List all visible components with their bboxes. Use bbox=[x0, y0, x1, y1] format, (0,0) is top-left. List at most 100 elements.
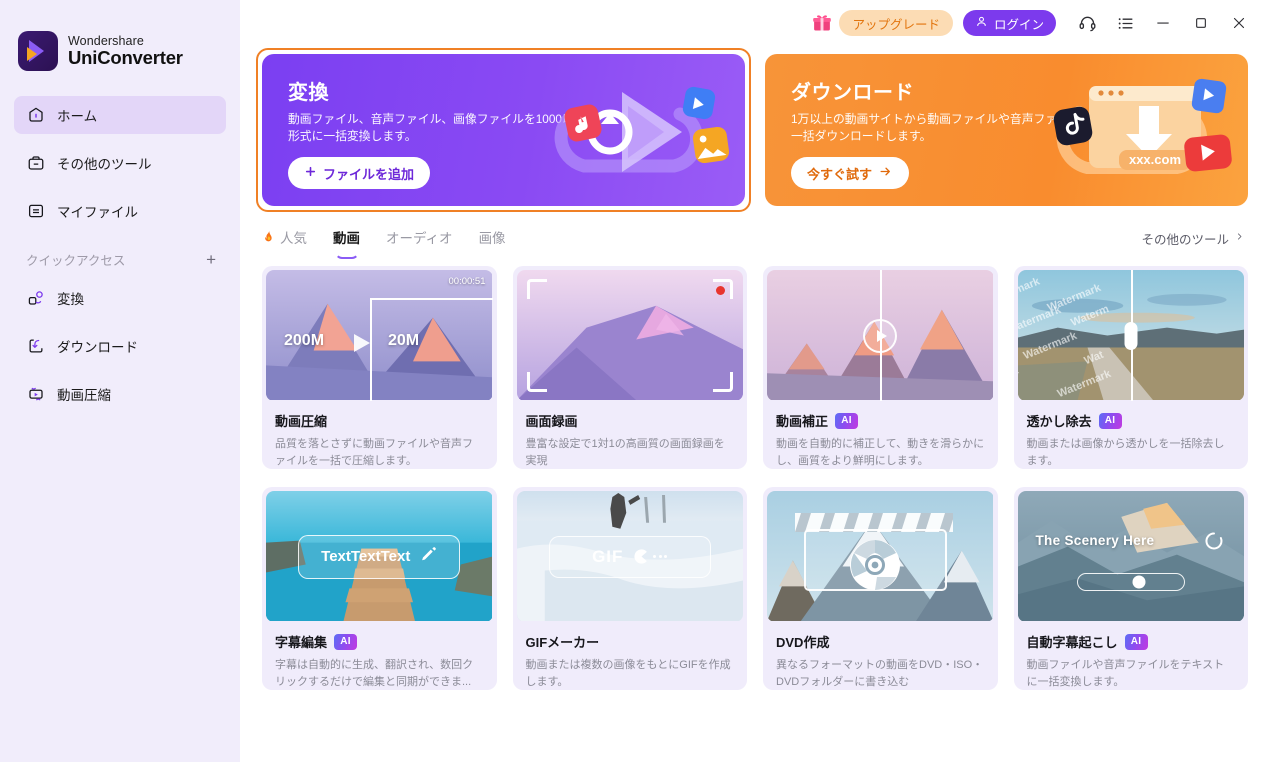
tool-desc-video-compress: 品質を落とさずに動画ファイルや音声ファイルを一括で圧縮します。 bbox=[275, 438, 473, 467]
tools-grid: 00:00:51 200M 20M 動画圧縮 品質を落とさずに動画ファイルや音声… bbox=[240, 260, 1270, 690]
play-icon bbox=[863, 318, 898, 353]
quick-access-list: 変換 ダウンロード 動画圧縮 bbox=[0, 273, 240, 413]
tool-thumb-watermark-remove: mark Watermark Watermark Waterm Watermar… bbox=[1017, 270, 1245, 401]
sidebar-item-home[interactable]: ホーム bbox=[14, 96, 226, 134]
maximize-icon[interactable] bbox=[1182, 4, 1220, 42]
sidebar-item-more-tools-label: その他のツール bbox=[57, 157, 152, 172]
compress-icon bbox=[26, 385, 45, 404]
compare-slider-handle[interactable] bbox=[1124, 321, 1138, 350]
quick-access-header: クイックアクセス + bbox=[0, 240, 240, 273]
quick-item-compress[interactable]: 動画圧縮 bbox=[14, 375, 226, 413]
quick-item-convert[interactable]: 変換 bbox=[14, 279, 226, 317]
upgrade-button-label: アップグレード bbox=[852, 17, 940, 32]
tab-audio-label: オーディオ bbox=[386, 231, 453, 246]
sidebar-item-more-tools[interactable]: その他のツール bbox=[14, 144, 226, 182]
gift-icon[interactable] bbox=[805, 6, 839, 40]
tool-thumb-dvd-burn bbox=[767, 491, 994, 622]
tool-thumb-video-compress: 00:00:51 200M 20M bbox=[266, 270, 493, 401]
brand-product: UniConverter bbox=[68, 46, 183, 68]
arrow-right-icon bbox=[878, 165, 893, 181]
files-icon bbox=[26, 202, 45, 221]
tool-title-video-compress: 動画圧縮 bbox=[275, 414, 328, 429]
tool-card-auto-transcribe[interactable]: The Scenery Here 自動字幕起こし AI 動画ファイルや音声ファイ… bbox=[1013, 487, 1248, 690]
gif-overlay: GIF bbox=[548, 535, 711, 578]
tool-title-dvd-burn: DVD作成 bbox=[776, 635, 830, 650]
flame-icon bbox=[262, 229, 275, 246]
add-files-button[interactable]: ファイルを追加 bbox=[288, 157, 431, 190]
tool-card-screen-record[interactable]: 画面録画 豊富な設定で1対1の高画質の画面録画を実現 bbox=[512, 266, 747, 469]
quick-item-compress-label: 動画圧縮 bbox=[57, 388, 111, 403]
record-corner-br-icon bbox=[713, 372, 733, 392]
tool-card-video-enhance[interactable]: 動画補正 AI 動画を自動的に補正して、動きを滑らかにし、画質をより鮮明にします… bbox=[763, 266, 998, 469]
toolbox-icon bbox=[26, 154, 45, 173]
app-window: Wondershare UniConverter ホーム その他のツール マイフ… bbox=[0, 0, 1270, 762]
brand-logo-block: Wondershare UniConverter bbox=[0, 18, 240, 76]
quick-access-add-button[interactable]: + bbox=[206, 251, 224, 268]
convert-icon bbox=[26, 289, 45, 308]
app-logo-icon bbox=[18, 31, 58, 71]
progress-slider[interactable] bbox=[1076, 573, 1185, 591]
login-button-label: ログイン bbox=[993, 17, 1044, 32]
tool-card-subtitle-edit[interactable]: TextTextText 字幕編集 AI 字幕は自動的に生成、翻訳され、数回クリ… bbox=[262, 487, 497, 690]
download-banner-desc: 1万以上の動画サイトから動画ファイルや音声ファイルを一括ダウンロードします。 bbox=[791, 112, 1093, 144]
tool-card-gif-maker[interactable]: GIF GIFメーカー 動画または複数の画像をもとにGIFを作成します。 bbox=[512, 487, 747, 690]
subtitle-text-overlay: TextTextText bbox=[298, 534, 461, 579]
download-banner-title: ダウンロード bbox=[791, 82, 914, 104]
tool-desc-subtitle-edit: 字幕は自動的に生成、翻訳され、数回クリックするだけで編集と同期ができま... bbox=[275, 659, 474, 688]
tool-thumb-video-enhance bbox=[767, 270, 994, 401]
record-indicator-icon bbox=[716, 286, 725, 295]
tool-title-watermark-remove: 透かし除去 bbox=[1026, 414, 1092, 429]
main-area: アップグレード ログイン 変換 動画ファイル、音声ファイル、画像ファイルを100… bbox=[240, 0, 1270, 762]
try-now-button[interactable]: 今すぐ試す bbox=[791, 157, 910, 190]
sidebar-item-my-files-label: マイファイル bbox=[57, 205, 138, 220]
close-icon[interactable] bbox=[1220, 4, 1258, 42]
ai-badge: AI bbox=[1124, 633, 1148, 650]
promo-banners: 変換 動画ファイル、音声ファイル、画像ファイルを1000以上の形式に一括変換しま… bbox=[240, 48, 1270, 212]
tool-desc-auto-transcribe: 動画ファイルや音声ファイルをテキストに一括変換します。 bbox=[1026, 659, 1225, 688]
more-tools-link[interactable]: その他のツール bbox=[1141, 229, 1248, 248]
tool-thumb-gif-maker: GIF bbox=[516, 491, 744, 622]
tool-desc-gif-maker: 動画または複数の画像をもとにGIFを作成します。 bbox=[525, 659, 731, 688]
quick-item-download[interactable]: ダウンロード bbox=[14, 327, 226, 365]
tool-card-dvd-burn[interactable]: DVD作成 異なるフォーマットの動画をDVD・ISO・DVDフォルダーに書き込む bbox=[763, 487, 998, 690]
list-menu-icon[interactable] bbox=[1106, 4, 1144, 42]
ai-badge: AI bbox=[334, 633, 358, 650]
spinner-icon bbox=[1204, 531, 1224, 556]
tabs-row: 人気 動画 オーディオ 画像 その他のツール bbox=[240, 216, 1270, 260]
progress-slider-knob[interactable] bbox=[1132, 575, 1146, 589]
tool-title-gif-maker: GIFメーカー bbox=[525, 635, 600, 650]
thumb-duration-badge: 00:00:51 bbox=[448, 276, 486, 287]
tab-video[interactable]: 動画 bbox=[333, 227, 360, 259]
pacman-icon bbox=[633, 548, 668, 565]
brand-company: Wondershare bbox=[68, 33, 144, 48]
sidebar-item-my-files[interactable]: マイファイル bbox=[14, 192, 226, 230]
record-corner-tl-icon bbox=[526, 279, 547, 299]
tool-thumb-screen-record bbox=[516, 270, 744, 401]
tab-audio[interactable]: オーディオ bbox=[386, 227, 453, 249]
ai-badge: AI bbox=[835, 412, 859, 429]
try-now-button-label: 今すぐ試す bbox=[807, 166, 873, 182]
headset-icon[interactable] bbox=[1068, 4, 1106, 42]
login-button[interactable]: ログイン bbox=[962, 10, 1056, 36]
convert-banner-desc: 動画ファイル、音声ファイル、画像ファイルを1000以上の形式に一括変換します。 bbox=[288, 112, 598, 144]
tool-title-screen-record: 画面録画 bbox=[525, 414, 578, 429]
tab-popular[interactable]: 人気 bbox=[262, 227, 307, 249]
clapperboard-icon bbox=[795, 513, 953, 591]
tool-thumb-auto-transcribe: The Scenery Here bbox=[1017, 491, 1245, 622]
thumb-arrow-icon bbox=[354, 334, 370, 352]
tab-active-underline bbox=[334, 252, 359, 259]
convert-banner[interactable]: 変換 動画ファイル、音声ファイル、画像ファイルを1000以上の形式に一括変換しま… bbox=[262, 54, 745, 206]
upgrade-button[interactable]: アップグレード bbox=[839, 10, 953, 36]
tab-image-label: 画像 bbox=[478, 231, 506, 246]
tool-card-watermark-remove[interactable]: mark Watermark Watermark Waterm Watermar… bbox=[1013, 266, 1248, 469]
tool-thumb-subtitle-edit: TextTextText bbox=[266, 491, 493, 622]
download-banner[interactable]: ダウンロード 1万以上の動画サイトから動画ファイルや音声ファイルを一括ダウンロー… bbox=[765, 54, 1248, 206]
tool-card-video-compress[interactable]: 00:00:51 200M 20M 動画圧縮 品質を落とさずに動画ファイルや音声… bbox=[262, 266, 497, 469]
tab-video-label: 動画 bbox=[333, 231, 360, 246]
disc-icon bbox=[849, 539, 901, 596]
tool-desc-video-enhance: 動画を自動的に補正して、動きを滑らかにし、画質をより鮮明にします。 bbox=[776, 438, 985, 467]
tab-image[interactable]: 画像 bbox=[479, 227, 506, 249]
minimize-icon[interactable] bbox=[1144, 4, 1182, 42]
tool-title-video-enhance: 動画補正 bbox=[776, 414, 829, 429]
thumb-before-size: 200M bbox=[284, 332, 325, 349]
